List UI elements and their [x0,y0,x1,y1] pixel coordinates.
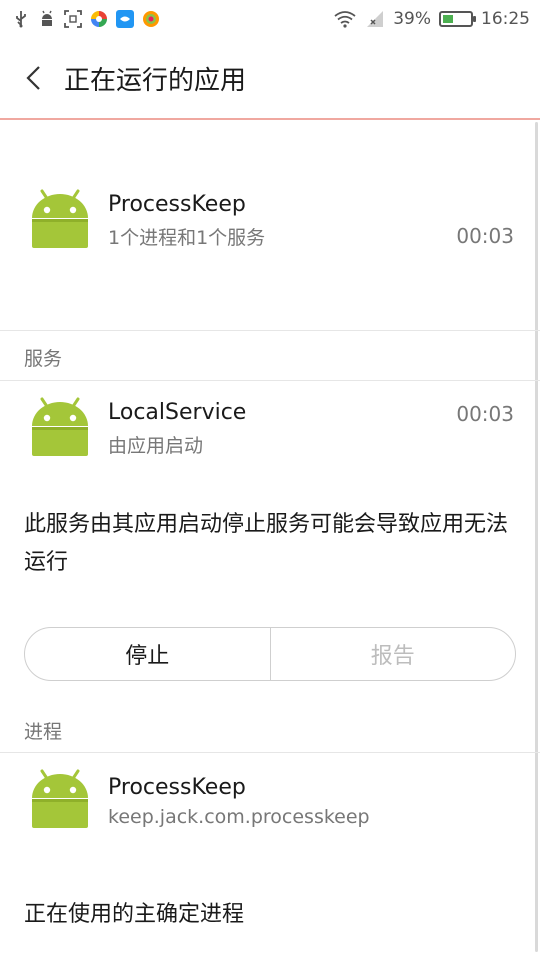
wifi-icon [333,10,357,28]
divider [0,752,540,753]
app-name: ProcessKeep [108,192,246,217]
service-description: 此服务由其应用启动停止服务可能会导致应用无法运行 [24,512,509,575]
process-package: keep.jack.com.processkeep [108,805,370,828]
service-time: 00:03 [456,402,514,426]
app-time: 00:03 [456,224,514,248]
android-service-icon [32,397,88,456]
title-bar: 正在运行的应用 [0,38,540,120]
stop-button[interactable]: 停止 [25,628,271,680]
android-debug-icon [38,10,56,28]
service-sub: 由应用启动 [108,435,204,457]
usb-icon [12,10,30,28]
battery-fill [443,15,453,23]
battery-icon [439,11,476,27]
clock: 16:25 [481,9,530,29]
process-name: ProcessKeep [108,774,246,800]
page-title: 正在运行的应用 [64,65,247,96]
android-process-icon [32,769,88,828]
service-item[interactable]: LocalService 由应用启动 00:03 [0,396,540,462]
screenshot-icon [64,10,82,28]
back-button[interactable] [4,37,64,119]
app-summary: ProcessKeep 1个进程和1个服务 00:03 [0,188,540,254]
report-button[interactable]: 报告 [271,628,516,680]
section-header-services: 服务 [24,348,63,370]
divider [0,330,540,331]
status-bar: 39% 16:25 [0,0,540,38]
app-notify-icon-2 [116,10,134,28]
android-app-icon [32,189,88,248]
app-notify-icon-1 [90,10,108,28]
chevron-left-icon [26,66,40,90]
section-header-processes: 进程 [24,721,63,743]
process-item[interactable]: ProcessKeep keep.jack.com.processkeep [0,768,540,834]
signal-icon [365,10,385,28]
process-description: 正在使用的主确定进程 [24,902,245,927]
battery-percent: 39% [393,9,431,29]
divider [0,380,540,381]
service-action-buttons: 停止 报告 [24,627,516,681]
app-notify-icon-3 [142,10,160,28]
service-name: LocalService [108,400,247,425]
app-summary-text: 1个进程和1个服务 [108,227,266,249]
